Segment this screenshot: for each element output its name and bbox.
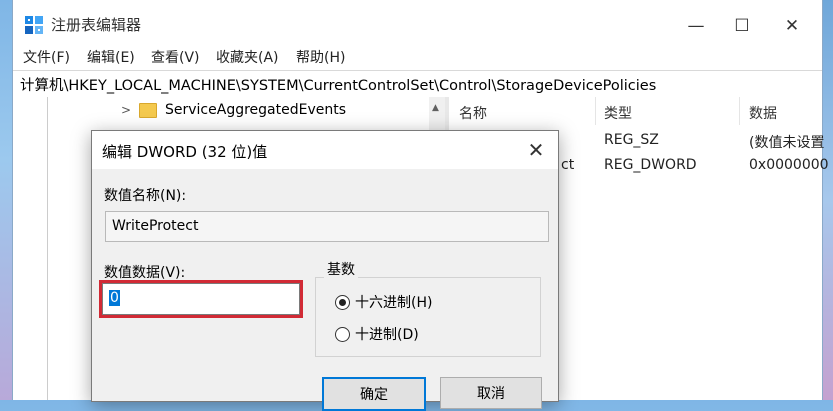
ok-button[interactable]: 确定 bbox=[322, 377, 426, 411]
menu-file[interactable]: 文件(F) bbox=[23, 47, 70, 67]
row-type: REG_DWORD bbox=[604, 157, 697, 173]
tree-guide-line bbox=[47, 97, 48, 400]
dialog-body: 数值名称(N): WriteProtect 数值数据(V): 0 基数 十六进制… bbox=[92, 169, 558, 411]
radio-selected-dot bbox=[339, 298, 346, 306]
menu-view[interactable]: 查看(V) bbox=[151, 47, 200, 67]
title-bar[interactable]: 注册表编辑器 — ☐ ✕ bbox=[13, 0, 822, 42]
column-separator[interactable] bbox=[595, 97, 596, 125]
radio-hexadecimal-label[interactable]: 十六进制(H) bbox=[355, 292, 432, 312]
dialog-close-button[interactable]: ✕ bbox=[516, 135, 556, 165]
cancel-button[interactable]: 取消 bbox=[440, 377, 542, 409]
address-path[interactable]: 计算机\HKEY_LOCAL_MACHINE\SYSTEM\CurrentCon… bbox=[20, 74, 656, 95]
menu-edit[interactable]: 编辑(E) bbox=[87, 47, 135, 67]
row-name[interactable]: ct bbox=[561, 157, 574, 173]
folder-icon bbox=[139, 102, 157, 118]
minimize-button[interactable]: — bbox=[673, 12, 719, 40]
close-button[interactable]: ✕ bbox=[769, 12, 815, 40]
window-title: 注册表编辑器 bbox=[51, 16, 142, 34]
row-type: REG_SZ bbox=[604, 132, 659, 148]
dialog-title: 编辑 DWORD (32 位)值 bbox=[102, 143, 268, 161]
base-groupbox bbox=[315, 277, 541, 357]
radio-hexadecimal[interactable]: 十六进制(H) bbox=[335, 292, 432, 312]
value-data-input[interactable]: 0 bbox=[99, 280, 303, 318]
column-header-data[interactable]: 数据 bbox=[749, 103, 777, 123]
column-header-type[interactable]: 类型 bbox=[604, 103, 632, 123]
row-data: (数值未设置 bbox=[749, 135, 825, 151]
value-name-label: 数值名称(N): bbox=[104, 188, 187, 204]
value-data-label: 数值数据(V): bbox=[104, 265, 186, 281]
column-header-name[interactable]: 名称 bbox=[459, 103, 487, 123]
radio-button-icon[interactable] bbox=[335, 294, 350, 310]
edit-dword-dialog: 编辑 DWORD (32 位)值 ✕ 数值名称(N): WriteProtect… bbox=[91, 130, 559, 411]
menu-help[interactable]: 帮助(H) bbox=[296, 47, 345, 67]
radio-decimal[interactable]: 十进制(D) bbox=[335, 324, 419, 344]
tree-item-label: ServiceAggregatedEvents bbox=[165, 102, 347, 118]
radio-decimal-label[interactable]: 十进制(D) bbox=[355, 324, 419, 344]
menu-bar: 文件(F) 编辑(E) 查看(V) 收藏夹(A) 帮助(H) bbox=[13, 44, 822, 70]
scroll-up-icon[interactable]: ▲ bbox=[432, 103, 439, 113]
base-group-label: 基数 bbox=[324, 259, 358, 279]
address-bar[interactable]: 计算机\HKEY_LOCAL_MACHINE\SYSTEM\CurrentCon… bbox=[13, 70, 822, 98]
tree-item[interactable]: > ServiceAggregatedEvents bbox=[121, 100, 346, 120]
maximize-button[interactable]: ☐ bbox=[719, 12, 765, 40]
value-data-text[interactable]: 0 bbox=[109, 290, 120, 306]
regedit-app-icon bbox=[25, 16, 43, 34]
column-separator[interactable] bbox=[739, 97, 740, 125]
menu-favorites[interactable]: 收藏夹(A) bbox=[216, 47, 279, 67]
row-data: 0x0000000 bbox=[749, 157, 829, 173]
value-name-field: WriteProtect bbox=[105, 211, 549, 242]
chevron-right-icon[interactable]: > bbox=[121, 103, 133, 117]
radio-button-icon[interactable] bbox=[335, 326, 350, 342]
